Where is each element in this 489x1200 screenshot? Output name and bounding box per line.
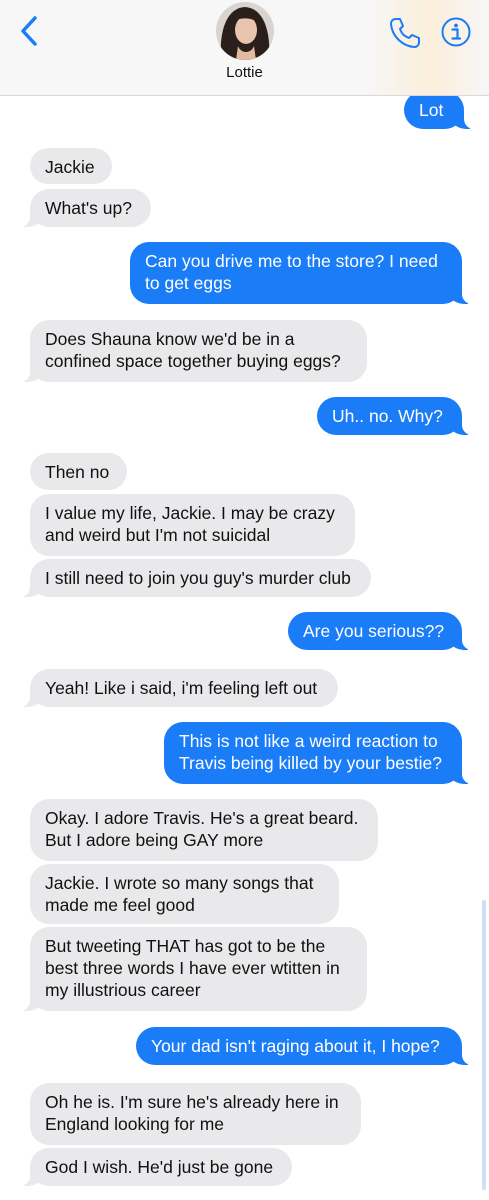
message-bubble-received[interactable]: Does Shauna know we'd be in a confined s… bbox=[20, 320, 367, 382]
call-button[interactable] bbox=[388, 16, 422, 50]
message-bubble-received[interactable]: What's up? bbox=[20, 189, 151, 227]
message-bubble-received[interactable]: Then no bbox=[30, 453, 127, 490]
message-bubble-received[interactable]: But tweeting THAT has got to be the best… bbox=[20, 927, 367, 1011]
back-button[interactable] bbox=[14, 14, 44, 48]
message-bubble-sent[interactable]: Uh.. no. Why? bbox=[317, 397, 472, 435]
message-bubble-received[interactable]: Oh he is. I'm sure he's already here in … bbox=[30, 1083, 361, 1145]
avatar[interactable] bbox=[216, 2, 274, 60]
message-bubble-sent[interactable]: Can you drive me to the store? I need to… bbox=[130, 242, 472, 304]
message-bubble-received[interactable]: Jackie bbox=[30, 148, 112, 184]
phone-icon bbox=[390, 18, 420, 48]
message-bubble-received[interactable]: Yeah! Like i said, i'm feeling left out bbox=[20, 669, 338, 707]
info-button[interactable] bbox=[440, 16, 472, 48]
conversation-header: Lottie bbox=[0, 0, 489, 96]
message-bubble-sent[interactable]: This is not like a weird reaction to Tra… bbox=[164, 722, 472, 784]
message-bubble-received[interactable]: I value my life, Jackie. I may be crazy … bbox=[30, 494, 355, 556]
scrollbar[interactable] bbox=[482, 900, 486, 1190]
contact-name[interactable]: Lottie bbox=[0, 64, 489, 81]
info-icon bbox=[441, 17, 471, 47]
message-thread[interactable]: Lot Jackie What's up? Can you drive me t… bbox=[0, 0, 489, 1200]
message-bubble-received[interactable]: Okay. I adore Travis. He's a great beard… bbox=[30, 799, 378, 861]
message-bubble-received[interactable]: I still need to join you guy's murder cl… bbox=[20, 559, 371, 597]
message-bubble-sent[interactable]: Your dad isn't raging about it, I hope? bbox=[136, 1027, 472, 1065]
message-bubble-received[interactable]: Jackie. I wrote so many songs that made … bbox=[30, 864, 339, 924]
message-bubble-sent[interactable]: Are you serious?? bbox=[288, 612, 472, 650]
message-bubble-sent[interactable]: Lot bbox=[404, 91, 474, 129]
message-bubble-received[interactable]: God I wish. He'd just be gone bbox=[20, 1148, 292, 1186]
chevron-left-icon bbox=[21, 16, 37, 46]
